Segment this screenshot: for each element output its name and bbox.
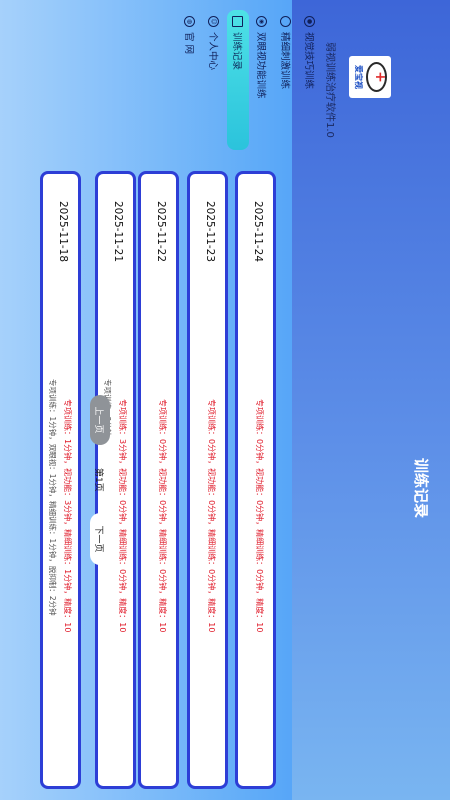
record-summary: 专项训练：0分钟，视功能：0分钟，精细训练：0分钟，精度：10 (207, 399, 216, 633)
sidebar: 爱宝视 弱视训练治疗软件1.0 ● 视觉技巧训练 精细刺激训练 ◉ 双眼视功能训… (183, 0, 450, 800)
record-summary: 专项训练：0分钟，视功能：0分钟，精细训练：0分钟，精度：10 (158, 399, 167, 633)
eye-icon: ◉ (256, 16, 268, 27)
sidebar-item-label: 个人中心 (207, 32, 218, 71)
dot-icon: ● (304, 16, 316, 27)
record-date: 2025-11-23 (204, 201, 216, 263)
record-card: 2025-11-18 专项训练：1分钟，视功能：3分钟，精细训练：1分钟，精度：… (40, 171, 81, 789)
globe-icon: ◍ (184, 16, 196, 27)
user-icon: ☺ (208, 16, 220, 27)
page-indicator: 第1页 (93, 468, 103, 492)
record-date: 2025-11-21 (112, 201, 124, 263)
record-card: 2025-11-23 专项训练：0分钟，视功能：0分钟，精细训练：0分钟，精度：… (187, 171, 228, 789)
app-subtitle: 弱视训练治疗软件1.0 (324, 42, 335, 138)
page-title: 训练记录 (412, 458, 430, 519)
record-summary: 专项训练：3分钟，视功能：0分钟，精细训练：0分钟，精度：10 (118, 399, 127, 633)
sidebar-item-label: 视觉技巧训练 (303, 32, 314, 90)
sidebar-item-fine-stimulus[interactable]: 精细刺激训练 (275, 10, 297, 150)
record-card: 2025-11-22 专项训练：0分钟，视功能：0分钟，精细训练：0分钟，精度：… (138, 171, 179, 789)
record-summary: 专项训练：1分钟，视功能：3分钟，精细训练：1分钟，精度：10 (63, 399, 72, 633)
app-screen: 爱宝视 弱视训练治疗软件1.0 ● 视觉技巧训练 精细刺激训练 ◉ 双眼视功能训… (0, 0, 450, 800)
sidebar-item-label: 训练记录 (231, 32, 242, 71)
prev-page-button[interactable]: 上一页 (90, 395, 110, 445)
sidebar-item-records[interactable]: 训练记录 (227, 10, 249, 150)
record-detail: 专项训练：1分钟，双眼视：1分钟，精细训练：1分钟，脱抑制：2分钟 (48, 379, 57, 616)
sidebar-item-profile[interactable]: ☺ 个人中心 (203, 10, 225, 150)
sidebar-item-binocular[interactable]: ◉ 双眼视功能训练 (251, 10, 273, 150)
logo-text: 爱宝视 (354, 65, 363, 89)
sidebar-item-label: 精细刺激训练 (279, 32, 290, 90)
record-summary: 专项训练：0分钟，视功能：0分钟，精细训练：0分钟，精度：10 (255, 399, 264, 633)
sidebar-item-label: 双眼视功能训练 (255, 32, 266, 99)
record-icon (232, 16, 244, 27)
record-date: 2025-11-24 (252, 201, 264, 263)
eye-logo-icon (366, 62, 387, 92)
sidebar-item-website[interactable]: ◍ 官 网 (179, 10, 201, 150)
next-page-button[interactable]: 下一页 (90, 513, 110, 565)
sidebar-nav: ● 视觉技巧训练 精细刺激训练 ◉ 双眼视功能训练 训练记录 ☺ 个人中心 ◍ (179, 10, 321, 150)
circle-icon (280, 16, 292, 27)
record-date: 2025-11-18 (57, 201, 69, 263)
sidebar-item-label: 官 网 (183, 32, 194, 55)
record-card: 2025-11-24 专项训练：0分钟，视功能：0分钟，精细训练：0分钟，精度：… (235, 171, 276, 789)
app-logo: 爱宝视 (349, 56, 391, 98)
sidebar-item-visual-skills[interactable]: ● 视觉技巧训练 (299, 10, 321, 150)
record-date: 2025-11-22 (155, 201, 167, 263)
